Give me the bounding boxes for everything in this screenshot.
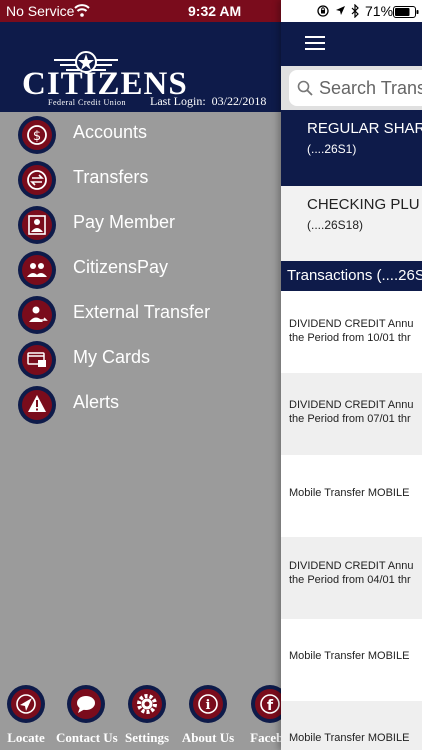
transaction-row[interactable]: Mobile Transfer MOBILE [281, 455, 422, 537]
menu-label: External Transfer [73, 302, 211, 322]
transaction-row[interactable]: DIVIDEND CREDIT Annu the Period from 10/… [281, 291, 422, 373]
footer-about-button[interactable]: i About Us [178, 684, 238, 750]
carrier-text: No Service [6, 3, 75, 19]
last-login-date: 03/22/2018 [211, 94, 267, 108]
transaction-row[interactable]: Mobile Transfer MOBILE [281, 619, 422, 701]
search-bar: Search Trans [281, 66, 422, 110]
transaction-row[interactable]: DIVIDEND CREDIT Annu the Period from 04/… [281, 537, 422, 619]
wifi-icon [74, 4, 90, 17]
search-input[interactable]: Search Trans [289, 70, 422, 106]
account-number: (....26S18) [307, 218, 364, 232]
menu-item-accounts[interactable]: $ Accounts [0, 112, 281, 156]
status-bar-right: 71% [281, 0, 422, 22]
pay-member-icon [18, 206, 56, 244]
menu-item-citizenspay[interactable]: CitizensPay [0, 247, 281, 291]
menu-label: CitizensPay [73, 257, 169, 277]
svg-text:$: $ [33, 129, 41, 144]
transaction-detail: the Period from 10/01 thr [289, 332, 411, 344]
alert-icon [18, 386, 56, 424]
transfer-icon [18, 161, 56, 199]
menu-item-alerts[interactable]: Alerts [0, 382, 281, 426]
menu-item-my-cards[interactable]: My Cards [0, 337, 281, 381]
transactions-header: Transactions (....26S [281, 261, 422, 291]
citizens-pay-icon [18, 251, 56, 289]
footer-label: Settings [124, 730, 170, 745]
footer-label: Locate [7, 730, 45, 745]
svg-text:i: i [206, 698, 211, 713]
accounts-panel: 71% Search Trans REGULAR SHAR (....26S1)… [281, 0, 422, 750]
menu-item-pay-member[interactable]: Pay Member [0, 202, 281, 246]
account-row[interactable]: CHECKING PLU (....26S18) [281, 186, 422, 262]
status-bar: No Service 9:32 AM [0, 0, 281, 22]
bluetooth-icon [351, 4, 359, 18]
external-transfer-icon [18, 296, 56, 334]
search-icon [297, 80, 313, 96]
nav-bar [281, 22, 422, 66]
account-name: REGULAR SHAR [307, 120, 422, 137]
search-placeholder: Search Trans [319, 78, 422, 98]
locate-icon [7, 685, 45, 723]
last-login-label: Last Login: [150, 94, 206, 108]
account-row-selected[interactable]: REGULAR SHAR (....26S1) [281, 110, 422, 186]
gear-icon [128, 685, 166, 723]
menu-label: Pay Member [73, 212, 176, 232]
transactions-title: Transactions (....26S [287, 267, 422, 284]
dollar-icon: $ [18, 116, 56, 154]
transaction-desc: DIVIDEND CREDIT Annu [289, 560, 414, 572]
info-icon: i [189, 685, 227, 723]
transaction-row[interactable]: DIVIDEND CREDIT Annu the Period from 07/… [281, 373, 422, 455]
brand-subtitle: Federal Credit Union [48, 98, 126, 107]
menu-item-transfers[interactable]: Transfers [0, 157, 281, 201]
menu-label: My Cards [73, 347, 151, 367]
footer-locate-button[interactable]: Locate [0, 684, 56, 750]
transaction-desc: Mobile Transfer MOBILE [289, 650, 410, 662]
transaction-desc: DIVIDEND CREDIT Annu [289, 318, 414, 330]
menu-item-external-transfer[interactable]: External Transfer [0, 292, 281, 336]
transaction-detail: the Period from 07/01 thr [289, 413, 411, 425]
transaction-desc: Mobile Transfer MOBILE [289, 487, 410, 499]
transaction-row[interactable]: Mobile Transfer MOBILE [281, 701, 422, 750]
rotation-lock-icon [317, 5, 329, 17]
transaction-desc: DIVIDEND CREDIT Annu [289, 399, 414, 411]
footer-label: About Us [181, 730, 235, 745]
location-icon [336, 6, 345, 15]
footer-contact-button[interactable]: Contact Us [56, 684, 118, 750]
svg-text:f: f [267, 698, 274, 714]
menu-label: Alerts [73, 392, 120, 412]
transaction-detail: the Period from 04/01 thr [289, 574, 411, 586]
battery-percent: 71% [365, 3, 394, 19]
brand-header: CITIZENS Federal Credit Union Last Login… [0, 22, 281, 112]
clock-text: 9:32 AM [188, 3, 242, 19]
account-number: (....26S1) [307, 142, 357, 156]
battery-icon [393, 6, 419, 18]
card-icon [18, 341, 56, 379]
menu-label: Transfers [73, 167, 149, 187]
account-name: CHECKING PLU [307, 196, 420, 213]
last-login: Last Login: 03/22/2018 [150, 94, 266, 109]
chat-icon [67, 685, 105, 723]
hamburger-menu-icon[interactable] [305, 34, 325, 52]
footer-settings-button[interactable]: Settings [117, 684, 177, 750]
footer-label: Contact Us [56, 730, 118, 745]
transaction-desc: Mobile Transfer MOBILE [289, 732, 410, 744]
menu-label: Accounts [73, 122, 148, 142]
side-drawer: No Service 9:32 AM CITIZENS Federal Cred… [0, 0, 290, 750]
